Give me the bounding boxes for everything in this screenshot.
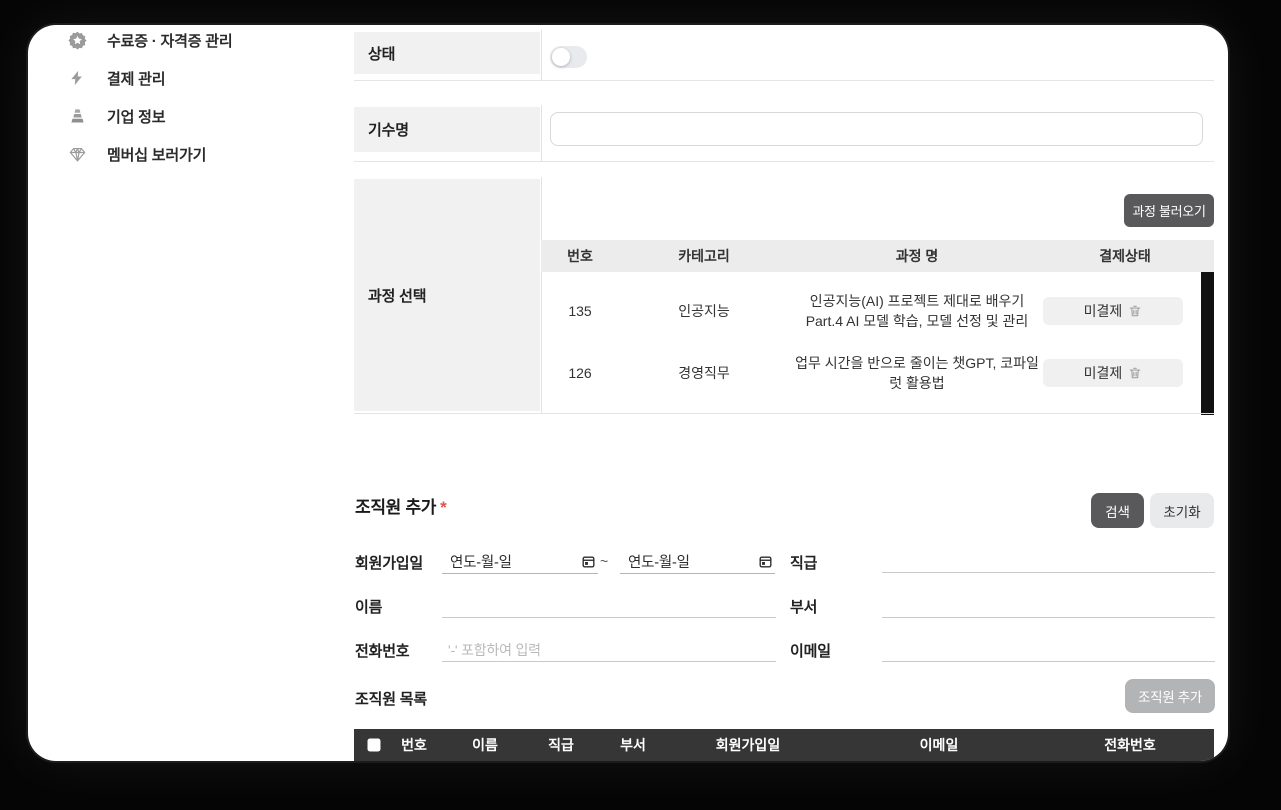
course-select-label: 과정 선택 xyxy=(354,179,540,411)
position-label: 직급 xyxy=(790,555,818,572)
course-row-category: 경영직무 xyxy=(678,365,730,381)
payment-status-label: 미결제 xyxy=(1083,365,1123,381)
row-divider xyxy=(354,161,1214,162)
email-input[interactable] xyxy=(882,638,1215,662)
member-table-header: 번호 이름 직급 부서 회원가입일 이메일 전화번호 xyxy=(354,729,1214,761)
join-date-label: 회원가입일 xyxy=(355,555,424,572)
trash-icon xyxy=(1130,305,1141,317)
reset-button[interactable]: 초기화 xyxy=(1150,493,1214,528)
member-col-name: 이름 xyxy=(472,737,498,753)
status-label: 상태 xyxy=(354,32,540,74)
sidebar-item-company[interactable]: 기업 정보 xyxy=(28,97,348,135)
name-label: 이름 xyxy=(355,599,383,616)
member-col-email: 이메일 xyxy=(919,737,959,753)
member-col-department: 부서 xyxy=(620,737,646,753)
course-row-category: 인공지능 xyxy=(678,303,730,319)
member-col-phone: 전화번호 xyxy=(1104,737,1156,753)
sidebar-item-label: 결제 관리 xyxy=(107,70,166,88)
status-toggle[interactable] xyxy=(550,46,587,68)
phone-input[interactable] xyxy=(442,638,776,662)
sidebar-item-payments[interactable]: 결제 관리 xyxy=(28,59,348,97)
row-divider xyxy=(354,80,1214,81)
course-row-no: 135 xyxy=(568,303,592,319)
column-separator xyxy=(541,30,542,80)
members-section-title: 조직원 추가 * xyxy=(355,493,447,518)
calendar-icon xyxy=(759,555,772,567)
sidebar-item-label: 멤버십 보러가기 xyxy=(107,146,207,164)
date-range-separator: ~ xyxy=(600,553,609,569)
add-member-button[interactable]: 조직원 추가 xyxy=(1125,679,1215,713)
building-icon xyxy=(68,107,87,126)
search-button[interactable]: 검색 xyxy=(1091,493,1144,528)
course-col-no: 번호 xyxy=(567,248,593,264)
column-separator xyxy=(541,105,542,161)
member-col-join-date: 회원가입일 xyxy=(715,737,781,753)
sidebar-item-label: 기업 정보 xyxy=(107,108,166,126)
join-date-end-input[interactable]: 연도-월-일 xyxy=(620,549,775,574)
payment-status-label: 미결제 xyxy=(1083,303,1123,319)
department-input[interactable] xyxy=(882,594,1215,618)
course-col-category: 카테고리 xyxy=(678,248,730,264)
phone-label: 전화번호 xyxy=(355,643,410,660)
member-list-label: 조직원 목록 xyxy=(355,691,427,708)
column-separator xyxy=(541,177,542,413)
load-course-button[interactable]: 과정 불러오기 xyxy=(1124,194,1214,227)
payment-status-button[interactable]: 미결제 xyxy=(1043,359,1183,387)
date-placeholder: 연도-월-일 xyxy=(450,554,512,571)
diamond-icon xyxy=(68,145,87,164)
sidebar-item-membership[interactable]: 멤버십 보러가기 xyxy=(28,135,348,173)
sidebar-item-label: 수료증 · 자격증 관리 xyxy=(107,32,233,50)
certificate-badge-icon xyxy=(68,31,87,50)
members-title-text: 조직원 추가 xyxy=(355,498,437,517)
course-table-scrollbar[interactable] xyxy=(1201,272,1214,415)
content-card: 수료증 · 자격증 관리 결제 관리 기업 정보 멤버십 보러가기 상태 기수명… xyxy=(28,25,1228,761)
trash-icon xyxy=(1130,367,1141,379)
sidebar: 수료증 · 자격증 관리 결제 관리 기업 정보 멤버십 보러가기 xyxy=(28,25,348,173)
cohort-name-input[interactable] xyxy=(550,112,1203,146)
email-label: 이메일 xyxy=(790,643,831,660)
member-col-no: 번호 xyxy=(401,737,427,753)
course-table-header: 번호 카테고리 과정 명 결제상태 xyxy=(541,240,1214,272)
toggle-knob xyxy=(552,48,570,66)
course-row-name: 인공지능(AI) 프로젝트 제대로 배우기 Part.4 AI 모델 학습, 모… xyxy=(805,293,1029,329)
cohort-name-label: 기수명 xyxy=(354,107,540,152)
payment-status-button[interactable]: 미결제 xyxy=(1043,297,1183,325)
position-input[interactable] xyxy=(882,549,1215,573)
sidebar-item-certificates[interactable]: 수료증 · 자격증 관리 xyxy=(28,25,348,59)
name-input[interactable] xyxy=(442,594,776,618)
member-col-position: 직급 xyxy=(548,737,574,753)
select-all-checkbox[interactable] xyxy=(367,738,381,752)
row-divider xyxy=(354,413,1214,414)
date-placeholder: 연도-월-일 xyxy=(628,554,690,571)
required-asterisk: * xyxy=(440,498,447,517)
course-row-name: 업무 시간을 반으로 줄이는 챗GPT, 코파일럿 활용법 xyxy=(795,355,1039,391)
course-col-name: 과정 명 xyxy=(895,248,939,264)
department-label: 부서 xyxy=(790,599,818,616)
calendar-icon xyxy=(582,555,595,567)
course-col-payment: 결제상태 xyxy=(1099,248,1151,264)
course-row-no: 126 xyxy=(568,365,592,381)
lightning-icon xyxy=(68,69,87,88)
join-date-start-input[interactable]: 연도-월-일 xyxy=(442,549,598,574)
